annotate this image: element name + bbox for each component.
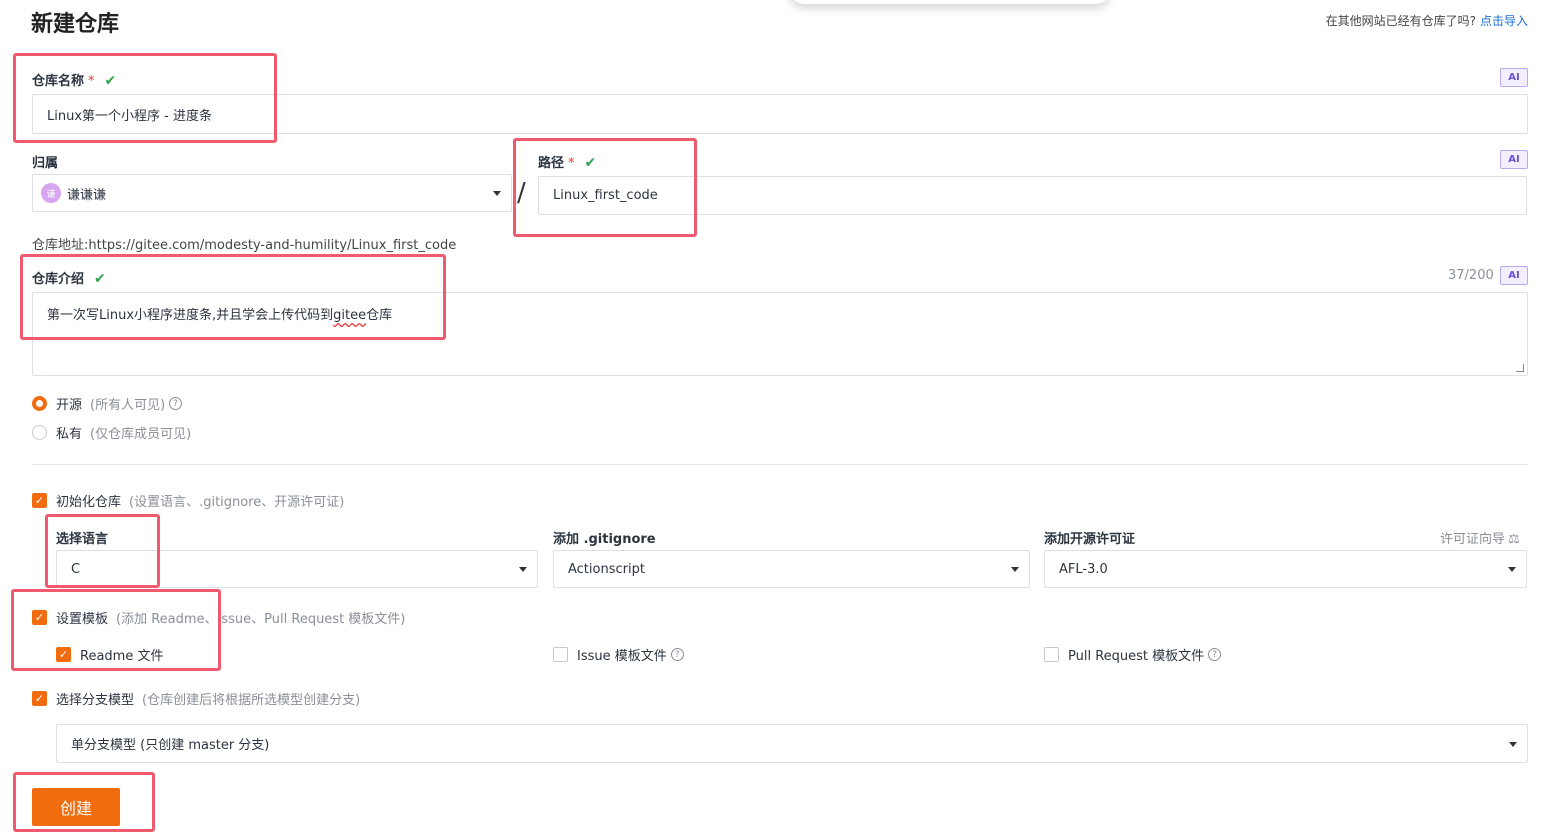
required-mark: * — [568, 156, 575, 171]
radio-unselected-icon[interactable] — [32, 425, 47, 440]
import-link[interactable]: 点击导入 — [1480, 14, 1528, 28]
checkbox-checked-icon[interactable]: ✓ — [56, 647, 71, 662]
help-icon[interactable]: ? — [1208, 648, 1222, 661]
license-select[interactable]: AFL-3.0 — [1044, 550, 1527, 588]
gitignore-select[interactable]: Actionscript — [553, 550, 1030, 588]
language-label: 选择语言 — [56, 532, 109, 547]
required-mark: * — [88, 74, 95, 89]
repo-name-label: 仓库名称 * ✔ — [32, 70, 116, 89]
valid-check-icon: ✔ — [104, 73, 117, 89]
scale-icon: ⚖ — [1508, 532, 1520, 547]
readme-checkbox[interactable]: ✓ Readme 文件 — [56, 645, 163, 664]
issue-template-checkbox[interactable]: Issue 模板文件 ? — [553, 645, 684, 664]
branch-model-label: 选择分支模型 — [56, 693, 135, 708]
description-text-end: 仓库 — [366, 308, 393, 323]
checkbox-unchecked-icon[interactable] — [553, 647, 568, 662]
init-repo-label: 初始化仓库 — [56, 495, 122, 510]
init-repo-hint: (设置语言、.gitignore、开源许可证) — [129, 495, 345, 510]
description-counter: 37/200 — [1448, 268, 1494, 283]
language-select[interactable]: C — [56, 550, 538, 588]
templates-checkbox[interactable]: ✓ 设置模板 (添加 Readme、Issue、Pull Request 模板文… — [32, 608, 405, 627]
license-value: AFL-3.0 — [1059, 561, 1108, 577]
description-textarea[interactable]: 第一次写Linux小程序进度条,并且学会上传代码到gitee仓库 — [32, 292, 1528, 376]
templates-label: 设置模板 — [56, 612, 109, 627]
init-repo-checkbox[interactable]: ✓ 初始化仓库 (设置语言、.gitignore、开源许可证) — [32, 491, 344, 510]
radio-selected-icon[interactable] — [32, 396, 47, 411]
chevron-down-icon — [493, 191, 501, 196]
language-value: C — [71, 561, 81, 577]
checkbox-checked-icon[interactable]: ✓ — [32, 610, 47, 625]
gitignore-label: 添加 .gitignore — [553, 532, 656, 547]
help-icon[interactable]: ? — [670, 648, 684, 661]
checkbox-checked-icon[interactable]: ✓ — [32, 493, 47, 508]
valid-check-icon: ✔ — [584, 155, 597, 171]
ai-assist-button[interactable]: AI — [1500, 68, 1528, 87]
ai-assist-button[interactable]: AI — [1500, 150, 1528, 169]
repo-address-url: https://gitee.com/modesty-and-humility/L… — [88, 238, 457, 253]
chevron-down-icon — [1011, 567, 1019, 572]
description-value: 第一次写Linux小程序进度条,并且学会上传代码到gitee仓库 — [47, 304, 392, 323]
repo-name-label-text: 仓库名称 — [32, 74, 85, 89]
branch-model-hint: (仓库创建后将根据所选模型创建分支) — [142, 693, 361, 708]
repo-address: 仓库地址:https://gitee.com/modesty-and-humil… — [32, 234, 456, 253]
resize-handle[interactable] — [1516, 364, 1524, 372]
popup-shadow — [790, 0, 1110, 4]
license-guide-text: 许可证向导 — [1440, 532, 1506, 547]
repo-name-input[interactable]: Linux第一个小程序 - 进度条 — [32, 94, 1528, 134]
pr-template-label: Pull Request 模板文件 — [1068, 649, 1205, 664]
license-label: 添加开源许可证 — [1044, 532, 1136, 547]
visibility-private-hint: (仅仓库成员可见) — [90, 427, 192, 442]
ai-assist-button[interactable]: AI — [1500, 266, 1528, 285]
owner-path-separator: / — [517, 178, 526, 208]
valid-check-icon: ✔ — [94, 271, 106, 287]
license-guide-link[interactable]: 许可证向导 ⚖ — [1440, 528, 1520, 547]
pr-template-checkbox[interactable]: Pull Request 模板文件 ? — [1044, 645, 1222, 664]
issue-template-label: Issue 模板文件 — [577, 649, 667, 664]
gitignore-value: Actionscript — [568, 561, 645, 577]
chevron-down-icon — [1509, 741, 1517, 747]
description-label: 仓库介绍 ✔ — [32, 268, 106, 287]
create-button[interactable]: 创建 — [32, 788, 120, 826]
repo-name-value: Linux第一个小程序 - 进度条 — [47, 108, 212, 124]
description-text: 第一次写Linux小程序进度条,并且学会上传代码到 — [47, 308, 334, 323]
section-divider — [32, 464, 1527, 465]
owner-value: 谦谦谦 — [67, 187, 107, 203]
checkbox-checked-icon[interactable]: ✓ — [32, 691, 47, 706]
visibility-public-hint: (所有人可见) — [90, 398, 166, 413]
branch-model-value: 单分支模型 (只创建 master 分支) — [71, 738, 270, 753]
path-label: 路径 * ✔ — [538, 152, 596, 171]
visibility-private-label: 私有 — [56, 427, 83, 442]
branch-model-select[interactable]: 单分支模型 (只创建 master 分支) — [56, 724, 1528, 763]
import-hint: 在其他网站已经有仓库了吗? 点击导入 — [1326, 12, 1528, 29]
templates-hint: (添加 Readme、Issue、Pull Request 模板文件) — [116, 612, 406, 627]
visibility-private-option[interactable]: 私有 (仅仓库成员可见) — [32, 423, 191, 442]
path-input[interactable]: Linux_first_code — [538, 176, 1527, 215]
page-title: 新建仓库 — [31, 12, 120, 37]
owner-label: 归属 — [32, 156, 59, 171]
help-icon[interactable]: ? — [169, 397, 183, 410]
owner-select[interactable]: 谦 谦谦谦 — [32, 174, 512, 212]
visibility-public-option[interactable]: 开源 (所有人可见) ? — [32, 394, 183, 413]
spellcheck-word: gitee — [333, 308, 367, 323]
path-value: Linux_first_code — [553, 188, 658, 203]
checkbox-unchecked-icon[interactable] — [1044, 647, 1059, 662]
readme-label: Readme 文件 — [80, 649, 164, 664]
chevron-down-icon — [1508, 567, 1516, 572]
description-label-text: 仓库介绍 — [32, 272, 85, 287]
branch-model-checkbox[interactable]: ✓ 选择分支模型 (仓库创建后将根据所选模型创建分支) — [32, 689, 360, 708]
chevron-down-icon — [519, 567, 527, 572]
visibility-public-label: 开源 — [56, 398, 83, 413]
repo-address-label: 仓库地址: — [32, 238, 89, 253]
path-label-text: 路径 — [538, 156, 565, 171]
avatar: 谦 — [41, 183, 61, 203]
import-question: 在其他网站已经有仓库了吗? — [1325, 14, 1476, 28]
